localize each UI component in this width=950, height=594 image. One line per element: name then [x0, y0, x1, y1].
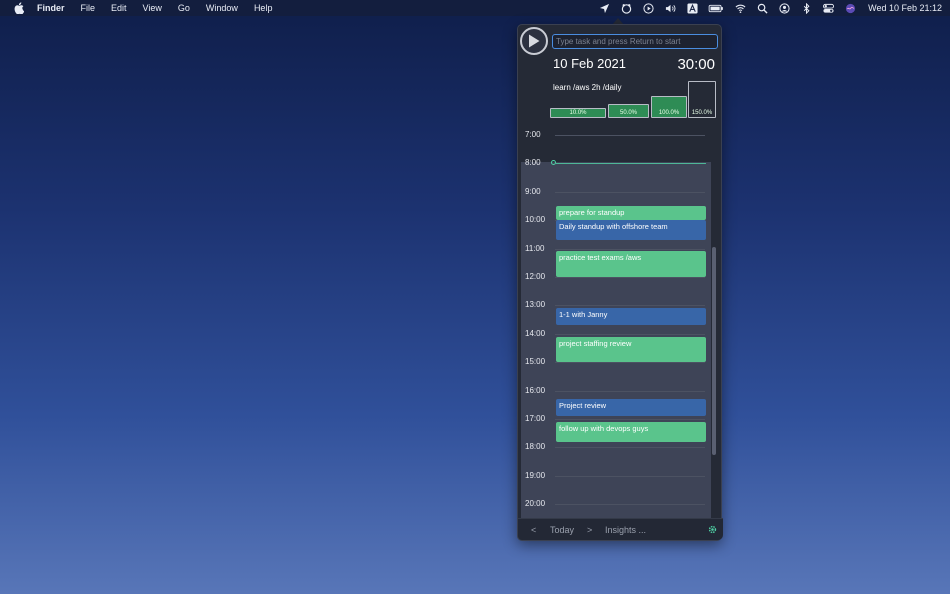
play-circle-icon[interactable]	[642, 2, 654, 14]
hour-gridline	[555, 475, 705, 477]
task-input[interactable]	[552, 34, 718, 49]
progress-label: 50.0%	[619, 110, 637, 116]
wifi-icon[interactable]	[734, 2, 746, 14]
hour-gridline	[555, 191, 705, 193]
menubar-clock[interactable]: Wed 10 Feb 21:12	[868, 3, 942, 13]
hour-label: 15:00	[525, 357, 546, 367]
hour-gridline	[555, 504, 705, 506]
current-time-line	[556, 163, 706, 165]
hour-label: 20:00	[525, 499, 546, 509]
volume-icon[interactable]	[664, 2, 676, 14]
progress-bar-day-2: 50.0%	[608, 104, 649, 118]
siri-icon[interactable]	[844, 2, 856, 14]
hour-label: 10:00	[525, 215, 546, 225]
apple-icon[interactable]	[13, 2, 25, 14]
menu-bar: Finder File Edit View Go Window Help Wed…	[0, 0, 950, 16]
goal-label: learn /aws 2h /daily	[553, 83, 622, 92]
hour-label: 11:00	[525, 243, 545, 253]
hour-gridline	[555, 419, 705, 420]
progress-label: 150.0%	[691, 110, 713, 116]
hour-label: 8:00	[525, 158, 541, 168]
hour-gridline	[555, 362, 705, 364]
hour-label: 9:00	[525, 186, 541, 196]
menu-edit[interactable]: Edit	[111, 3, 127, 13]
previous-day-button[interactable]: <	[531, 525, 536, 535]
hour-label: 13:00	[525, 300, 546, 310]
battery-icon[interactable]	[708, 2, 724, 14]
calendar-event[interactable]: 1-1 with Janny	[556, 308, 706, 326]
play-icon	[529, 34, 540, 48]
hour-gridline	[555, 390, 705, 392]
insights-button[interactable]: Insights ...	[605, 525, 646, 535]
hour-label: 14:00	[525, 328, 546, 338]
user-icon[interactable]	[778, 2, 790, 14]
text-input-icon[interactable]	[686, 2, 698, 14]
menu-help[interactable]: Help	[254, 3, 273, 13]
start-timer-button[interactable]	[520, 27, 548, 55]
progress-bar-day-1: 10.0%	[550, 108, 606, 118]
menu-window[interactable]: Window	[206, 3, 238, 13]
menu-view[interactable]: View	[143, 3, 162, 13]
hour-label: 16:00	[525, 385, 546, 395]
hour-gridline	[555, 277, 705, 278]
calendar-event[interactable]: Daily standup with offshore team	[556, 220, 706, 241]
timeline-scrollbar[interactable]	[712, 247, 716, 455]
timer-app-icon[interactable]	[620, 2, 632, 14]
timer-popover: 10 Feb 2021 30:00 learn /aws 2h /daily 1…	[517, 24, 723, 541]
hour-label: 12:00	[525, 272, 546, 281]
panel-footer: < Today > Insights ...	[518, 518, 723, 540]
calendar-event[interactable]: practice test exams /aws	[556, 251, 706, 277]
progress-label: 10.0%	[569, 110, 587, 116]
hour-label: 19:00	[525, 470, 546, 480]
bluetooth-icon[interactable]	[800, 2, 812, 14]
hour-label: 17:00	[525, 414, 546, 423]
day-timeline[interactable]: 7:00 8:00 9:00 10:00 11:00 12:00 13:00 14:00 15:…	[518, 125, 723, 520]
hour-label: 18:00	[525, 442, 546, 452]
menu-app-name[interactable]: Finder	[37, 3, 65, 13]
hour-gridline	[555, 305, 705, 307]
next-day-button[interactable]: >	[587, 525, 592, 535]
control-center-icon[interactable]	[822, 2, 834, 14]
calendar-event[interactable]: prepare for standup	[556, 206, 706, 221]
hour-gridline	[555, 135, 705, 136]
progress-label: 100.0%	[658, 110, 680, 116]
progress-bar-day-3: 100.0%	[651, 96, 687, 118]
calendar-event[interactable]: follow up with devops guys	[556, 421, 706, 442]
current-date: 10 Feb 2021	[553, 56, 627, 71]
calendar-event[interactable]: project staffing review	[556, 336, 706, 363]
hour-gridline	[555, 447, 705, 449]
timer-display: 30:00	[677, 56, 715, 73]
hour-gridline	[555, 248, 705, 250]
progress-bar-day-4: 150.0%	[688, 81, 716, 118]
today-button[interactable]: Today	[550, 525, 574, 535]
search-icon[interactable]	[756, 2, 768, 14]
location-arrow-icon[interactable]	[598, 2, 610, 14]
gear-icon[interactable]	[707, 524, 718, 535]
hour-gridline	[555, 333, 705, 335]
menu-go[interactable]: Go	[178, 3, 190, 13]
menu-file[interactable]: File	[81, 3, 96, 13]
hour-label: 7:00	[525, 130, 541, 139]
calendar-event[interactable]: Project review	[556, 399, 706, 417]
